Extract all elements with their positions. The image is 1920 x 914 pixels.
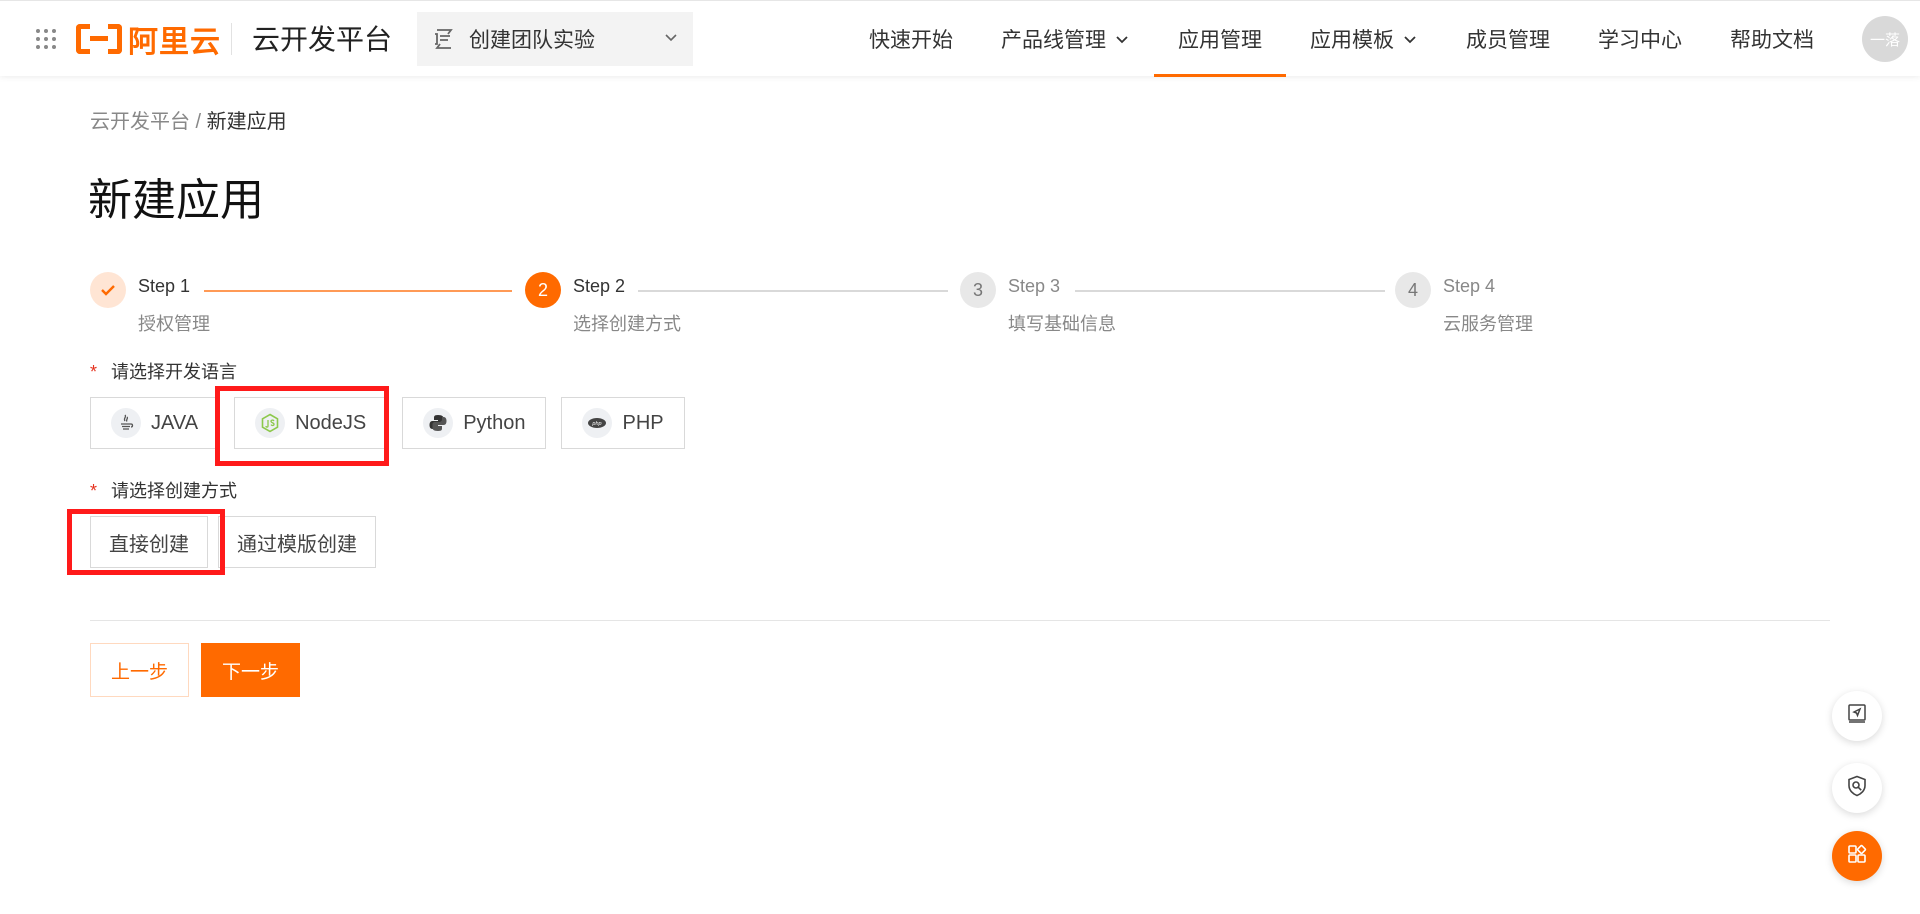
step-title: Step 3 [1008,276,1061,296]
language-options: JAVA NodeJS Python php PHP [90,397,700,449]
top-navbar: 阿里云 云开发平台 创建团队实验 快速开始 产品线管理 应用管理 应用模板 成员… [0,0,1920,77]
highlight-box-direct-create [67,509,225,575]
language-option-java[interactable]: JAVA [90,397,220,449]
chevron-down-icon [663,29,679,50]
team-select-value: 创建团队实验 [469,29,595,52]
nav-item-label: 应用管理 [1178,29,1262,52]
step-number: 3 [960,272,996,308]
method-label-text: 请选择创建方式 [111,481,238,501]
page-title: 新建应用 [88,176,264,225]
nav-item-label: 快速开始 [869,29,953,52]
nav-item-product-lines[interactable]: 产品线管理 [977,1,1154,77]
section-divider [90,620,1830,621]
step-indicator: Step 1 授权管理 2 Step 2 选择创建方式 3 Step 3 填写基… [90,270,1830,340]
java-icon [111,408,141,438]
step-desc: 云服务管理 [1443,314,1533,334]
user-avatar[interactable]: 一落 [1862,16,1908,62]
language-option-label: PHP [622,411,664,434]
highlight-box-nodejs [215,386,389,466]
breadcrumb-root[interactable]: 云开发平台 [90,111,190,133]
nav-item-label: 应用模板 [1310,29,1394,52]
breadcrumb: 云开发平台 / 新建应用 [90,105,287,134]
nav-item-label: 产品线管理 [1001,29,1106,52]
language-option-python[interactable]: Python [402,397,547,449]
method-label: * 请选择创建方式 [90,477,237,503]
language-label-text: 请选择开发语言 [111,362,238,382]
step-connector [638,290,948,292]
prev-step-button[interactable]: 上一步 [90,643,189,697]
step-connector [1075,290,1385,292]
chevron-down-icon [1114,31,1130,47]
team-select[interactable]: 创建团队实验 [417,12,693,66]
required-mark: * [90,362,98,382]
language-option-label: JAVA [151,411,199,434]
send-book-icon [1845,702,1869,731]
breadcrumb-separator: / [190,111,207,133]
required-mark: * [90,481,98,501]
nav-item-label: 帮助文档 [1730,29,1814,52]
nav-item-label: 成员管理 [1466,29,1550,52]
nav-item-members[interactable]: 成员管理 [1442,1,1574,77]
feedback-float-button[interactable] [1832,691,1882,741]
step-desc: 授权管理 [138,314,210,334]
shield-search-icon [1845,774,1869,803]
step-desc: 选择创建方式 [573,314,681,334]
team-switch-icon [431,26,457,52]
platform-title[interactable]: 云开发平台 [252,21,392,59]
security-float-button[interactable] [1832,763,1882,813]
svg-text:php: php [592,421,602,427]
python-icon [423,408,454,438]
step-title: Step 2 [573,276,626,296]
nav-item-help-docs[interactable]: 帮助文档 [1706,1,1838,77]
aliyun-logo-icon [76,24,122,54]
step-title: Step 4 [1443,276,1496,296]
logo-text: 阿里云 [128,26,221,59]
apps-float-button[interactable] [1832,831,1882,881]
language-option-label: Python [463,411,526,434]
apps-icon [1845,842,1869,871]
main-nav: 快速开始 产品线管理 应用管理 应用模板 成员管理 学习中心 帮助文档 一落 [845,1,1920,77]
language-label: * 请选择开发语言 [90,358,237,384]
aliyun-logo[interactable]: 阿里云 [76,19,221,59]
nav-item-quickstart[interactable]: 快速开始 [845,1,977,77]
php-icon: php [582,408,613,438]
nav-item-app-templates[interactable]: 应用模板 [1286,1,1442,77]
next-step-button[interactable]: 下一步 [201,643,300,697]
nav-item-label: 学习中心 [1598,29,1682,52]
breadcrumb-current: 新建应用 [206,111,287,133]
language-option-php[interactable]: php PHP [561,397,685,449]
step-connector [204,290,512,292]
chevron-down-icon [1402,31,1418,47]
step-number: 2 [525,272,561,308]
step-title: Step 1 [138,276,191,296]
check-icon [90,272,126,308]
nav-item-app-management[interactable]: 应用管理 [1154,1,1286,77]
app-grid-icon[interactable] [36,29,58,51]
step-number: 4 [1395,272,1431,308]
logo-divider [231,23,232,55]
step-desc: 填写基础信息 [1008,314,1116,334]
create-method-template[interactable]: 通过模版创建 [218,516,376,568]
nav-item-learning[interactable]: 学习中心 [1574,1,1706,77]
